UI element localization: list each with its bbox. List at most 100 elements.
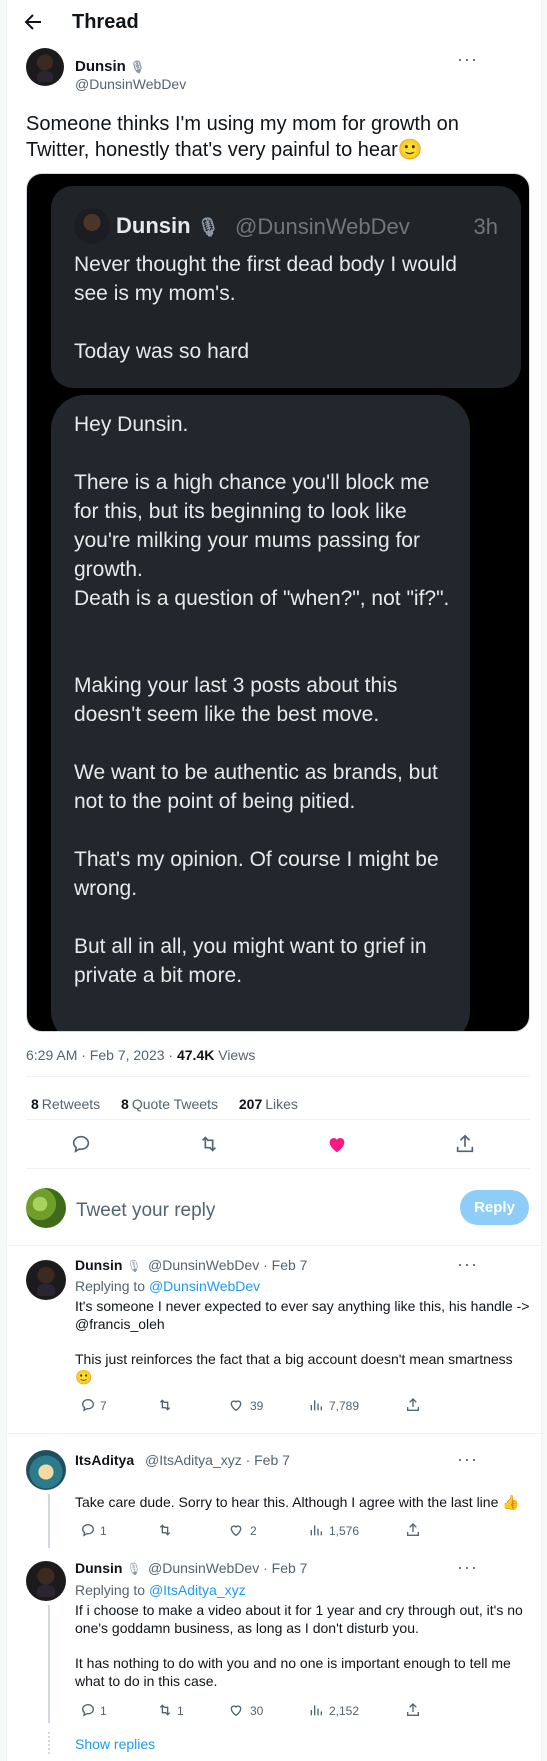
divider [26, 1119, 530, 1120]
microphone-icon: 🎙 [130, 60, 146, 74]
like-count: 39 [250, 1399, 264, 1413]
reply-icon[interactable] [80, 1522, 98, 1540]
retweet-icon[interactable] [157, 1522, 175, 1540]
message-paragraph: That's my opinion. Of course I might be … [74, 848, 439, 900]
thread-line [48, 1605, 50, 1723]
microphone-icon: 🎙 [126, 1562, 142, 1576]
retweet-icon[interactable] [157, 1702, 175, 1720]
page-title: Thread [72, 11, 139, 33]
message-paragraph: We want to be authentic as brands, but n… [74, 761, 438, 813]
retweet-icon[interactable] [198, 1133, 220, 1155]
reply-action-bar: 1 2 1,576 [75, 1522, 435, 1540]
reply-text: Take care dude. Sorry to hear this. Alth… [75, 1494, 520, 1510]
author-name[interactable]: Dunsin 🎙 [75, 58, 145, 75]
divider [7, 1245, 543, 1246]
message-paragraph: There is a high chance you'll block me f… [74, 471, 430, 581]
quoted-author-handle: @DunsinWebDev [235, 214, 410, 239]
reply-icon[interactable] [80, 1397, 98, 1415]
message-paragraph: Death is a question of "when?", not "if?… [74, 587, 450, 610]
thread-header: Thread [7, 0, 543, 45]
microphone-icon: 🎙 [126, 1259, 142, 1273]
like-count: 30 [250, 1704, 264, 1718]
like-icon[interactable] [228, 1522, 246, 1540]
quoted-tweet-card: Dunsin 🎙 @DunsinWebDev 3h Never thought … [51, 186, 521, 388]
tweet-timestamp: 6:29 AM · Feb 7, 2023 · 47.4K Views [26, 1047, 256, 1063]
reply-author-handle[interactable]: @DunsinWebDev · Feb 7 [148, 1560, 307, 1576]
thread-line [48, 1494, 50, 1548]
tweet-stats: 8 Retweets 8 Quote Tweets 207 Likes [31, 1096, 315, 1112]
reply-text: This just reinforces the fact that a big… [75, 1351, 513, 1385]
divider [7, 1433, 543, 1434]
tweet-text: Someone thinks I'm using my mom for grow… [26, 113, 459, 161]
views-chart-icon[interactable] [308, 1397, 326, 1415]
back-arrow-icon[interactable] [21, 10, 45, 34]
like-icon[interactable] [228, 1397, 246, 1415]
reply-count: 1 [100, 1704, 107, 1718]
reply-action-bar: 1 1 30 2,152 [75, 1702, 435, 1720]
more-options-icon[interactable]: ··· [457, 1557, 478, 1578]
message-paragraph: Hey Dunsin. [74, 413, 189, 436]
retweets-stat[interactable]: 8 Retweets [31, 1096, 100, 1112]
share-icon[interactable] [405, 1397, 423, 1415]
quoted-avatar [74, 208, 110, 244]
reply-author-name[interactable]: Dunsin 🎙 [75, 1560, 142, 1576]
reply-icon[interactable] [70, 1133, 92, 1155]
views-chart-icon[interactable] [308, 1522, 326, 1540]
reply-count: 1 [100, 1524, 107, 1538]
replying-to: Replying to @DunsinWebDev [75, 1278, 261, 1294]
share-icon[interactable] [405, 1702, 423, 1720]
reply-text: If i choose to make a video about it for… [75, 1602, 523, 1636]
mention-link[interactable]: @ItsAditya_xyz [149, 1582, 246, 1598]
quoted-time: 3h [473, 214, 498, 239]
divider [26, 1076, 530, 1077]
reply-author-name[interactable]: Dunsin 🎙 [75, 1257, 142, 1273]
replying-to: Replying to @ItsAditya_xyz [75, 1582, 246, 1598]
mention-link[interactable]: @DunsinWebDev [149, 1278, 260, 1294]
quoted-line: Never thought the first dead body I woul… [74, 253, 457, 305]
reply-action-bar: 7 39 7,789 [75, 1397, 435, 1415]
message-bubble: Hey Dunsin. There is a high chance you'l… [51, 395, 470, 1031]
message-paragraph: Making your last 3 posts about this does… [74, 674, 398, 726]
more-options-icon[interactable]: ··· [457, 49, 478, 70]
reply-count: 7 [100, 1399, 107, 1413]
reply-icon[interactable] [80, 1702, 98, 1720]
share-icon[interactable] [454, 1133, 476, 1155]
quoted-text: Never thought the first dead body I woul… [74, 250, 494, 366]
thread-page: Thread Dunsin 🎙 @DunsinWebDev ··· Someon… [6, 0, 543, 1761]
divider [26, 1168, 530, 1169]
avatar[interactable] [26, 48, 64, 86]
avatar[interactable] [26, 1561, 66, 1601]
retweet-count: 1 [177, 1704, 184, 1718]
reply-button[interactable]: Reply [460, 1190, 529, 1225]
reply-input[interactable]: Tweet your reply [76, 1200, 215, 1222]
like-icon[interactable] [228, 1702, 246, 1720]
like-heart-icon[interactable] [326, 1133, 348, 1155]
views-count: 7,789 [329, 1399, 360, 1413]
avatar[interactable] [26, 1450, 66, 1490]
quote-tweets-stat[interactable]: 8 Quote Tweets [121, 1096, 218, 1112]
microphone-icon: 🎙 [196, 217, 220, 237]
quoted-line: Today was so hard [74, 340, 250, 363]
author-handle[interactable]: @DunsinWebDev [75, 76, 186, 92]
retweet-icon[interactable] [157, 1397, 175, 1415]
message-paragraph: But all in all, you might want to grief … [74, 935, 427, 987]
share-icon[interactable] [405, 1522, 423, 1540]
likes-stat[interactable]: 207 Likes [239, 1096, 298, 1112]
views-count: 2,152 [329, 1704, 360, 1718]
reply-author-handle[interactable]: @DunsinWebDev · Feb 7 [148, 1257, 307, 1273]
more-options-icon[interactable]: ··· [457, 1449, 478, 1470]
tweet-image[interactable]: Dunsin 🎙 @DunsinWebDev 3h Never thought … [26, 173, 530, 1032]
more-options-icon[interactable]: ··· [457, 1254, 478, 1275]
views-count: 1,576 [329, 1524, 360, 1538]
user-avatar[interactable] [26, 1188, 66, 1228]
reply-text: It's someone I never expected to ever sa… [75, 1298, 530, 1332]
reply-text: It has nothing to do with you and no one… [75, 1655, 511, 1689]
show-replies-link[interactable]: Show replies [75, 1736, 155, 1752]
thread-dots [48, 1732, 50, 1754]
views-chart-icon[interactable] [308, 1702, 326, 1720]
reply-author-handle[interactable]: @ItsAditya_xyz · Feb 7 [145, 1452, 290, 1468]
like-count: 2 [250, 1524, 257, 1538]
avatar[interactable] [26, 1260, 66, 1300]
reply-author-name[interactable]: ItsAditya [75, 1452, 134, 1468]
quoted-author-name: Dunsin 🎙 [116, 213, 220, 238]
